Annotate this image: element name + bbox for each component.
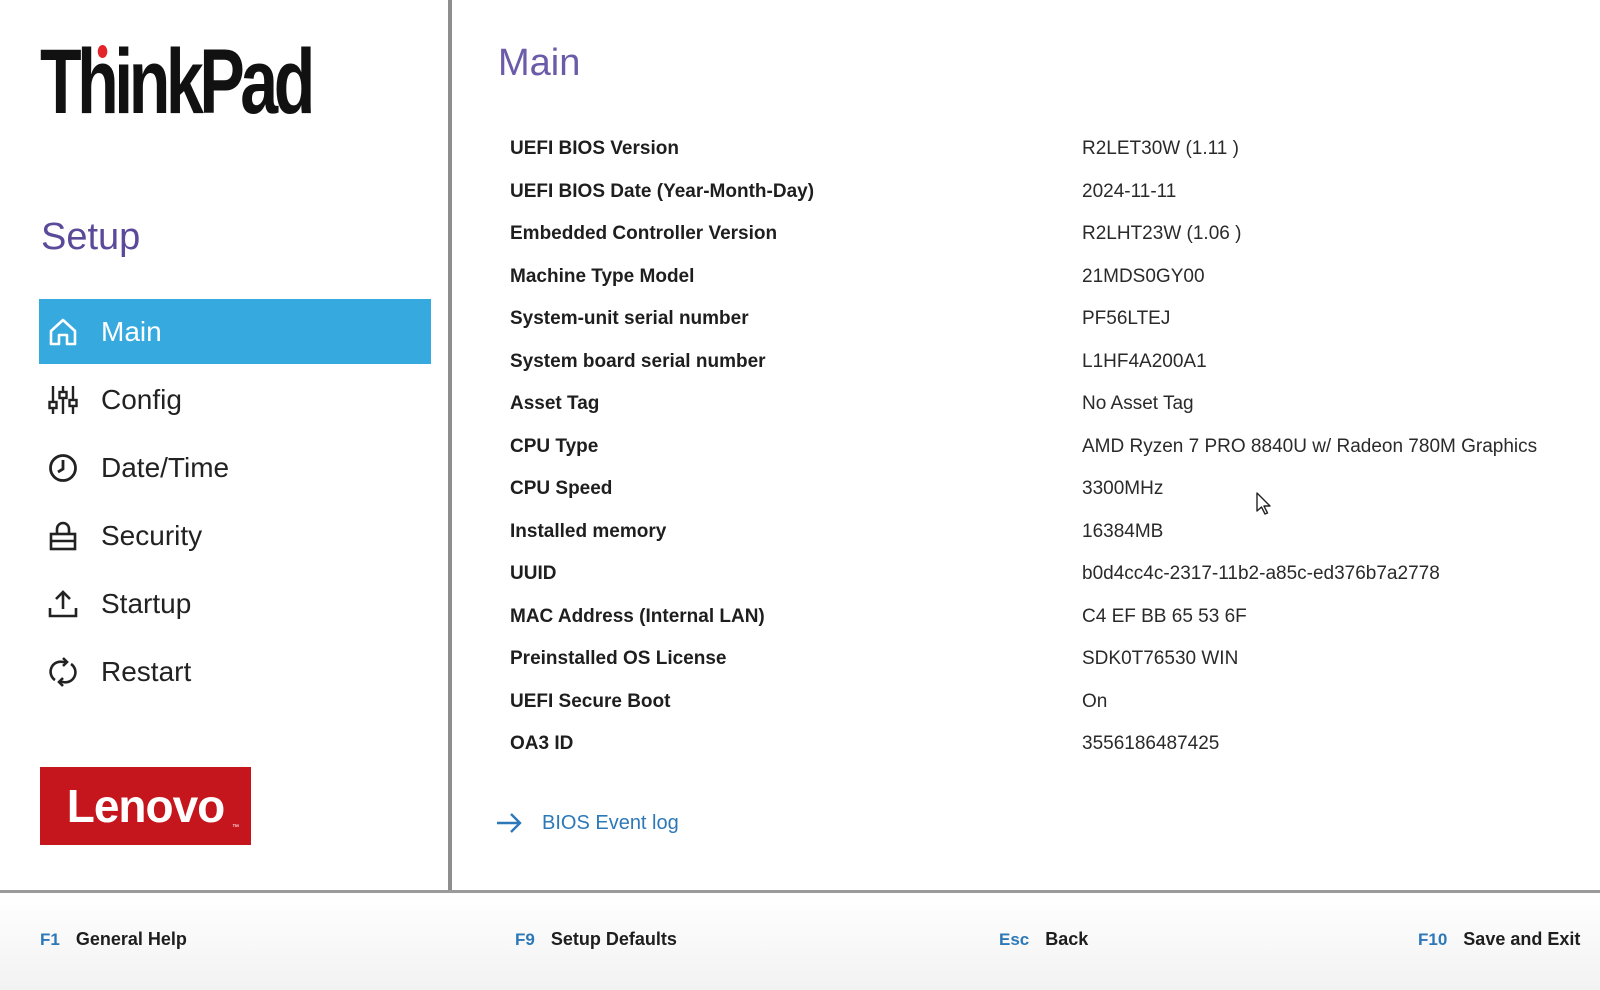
f1-key: F1 (40, 930, 60, 949)
info-row[interactable]: Embedded Controller Version R2LHT23W (1.0… (510, 213, 1570, 256)
info-label: System board serial number (510, 350, 766, 372)
info-row[interactable]: OA3 ID 3556186487425 (510, 723, 1570, 766)
footer-bar: F1 General Help F9 Setup Defaults Esc Ba… (0, 890, 1600, 990)
info-value: PF56LTEJ (1082, 308, 1171, 330)
info-value: 3300MHz (1082, 478, 1164, 500)
arrow-right-icon (497, 813, 522, 833)
bios-event-log-link[interactable]: BIOS Event log (494, 808, 679, 838)
esc-label: Back (1045, 929, 1089, 949)
sidebar-item-datetime[interactable]: Date/Time (39, 435, 431, 500)
sidebar-item-label: Main (101, 315, 162, 347)
sidebar-item-startup[interactable]: Startup (39, 571, 431, 636)
f10-label: Save and Exit (1463, 929, 1581, 949)
sidebar-item-main[interactable]: Main (39, 299, 431, 364)
esc-back[interactable]: Esc Back (999, 929, 1088, 950)
f10-save-and-exit[interactable]: F10 Save and Exit (1418, 929, 1580, 950)
info-label: CPU Speed (510, 478, 613, 500)
home-icon (47, 316, 79, 348)
sidebar-item-label: Restart (101, 655, 192, 687)
info-label: System-unit serial number (510, 308, 749, 330)
info-row[interactable]: CPU Speed 3300MHz (510, 468, 1570, 511)
info-value: 16384MB (1082, 520, 1164, 542)
sidebar-nav: Main Config Date/Time Security Startup R… (39, 299, 431, 707)
info-value: R2LHT23W (1.06 ) (1082, 223, 1242, 245)
info-label: Machine Type Model (510, 265, 695, 287)
info-row[interactable]: Machine Type Model 21MDS0GY00 (510, 256, 1570, 299)
info-value: 21MDS0GY00 (1082, 265, 1205, 287)
info-value: 2024-11-11 (1082, 180, 1177, 202)
info-value: AMD Ryzen 7 PRO 8840U w/ Radeon 780M Gra… (1082, 435, 1538, 457)
f9-key: F9 (515, 930, 535, 949)
setup-title: Setup (41, 216, 141, 258)
info-row[interactable]: UEFI Secure Boot On (510, 681, 1570, 724)
info-label: UEFI BIOS Date (Year-Month-Day) (510, 180, 815, 202)
info-value: No Asset Tag (1082, 393, 1194, 415)
info-value: 3556186487425 (1082, 733, 1220, 755)
lenovo-logo-text: Lenovo (66, 780, 226, 832)
info-label: UEFI BIOS Version (510, 138, 679, 160)
info-label: Preinstalled OS License (510, 648, 727, 670)
info-row[interactable]: UEFI BIOS Date (Year-Month-Day) 2024-11-1… (510, 171, 1570, 214)
info-label: UUID (510, 563, 557, 585)
info-row[interactable]: UEFI BIOS Version R2LET30W (1.11 ) (510, 128, 1570, 171)
f9-setup-defaults[interactable]: F9 Setup Defaults (515, 929, 677, 950)
thinkpad-red-dot (97, 45, 108, 58)
info-label: UEFI Secure Boot (510, 690, 671, 712)
upload-icon (47, 588, 79, 620)
sidebar-item-security[interactable]: Security (39, 503, 431, 568)
info-value: On (1082, 690, 1108, 712)
info-row[interactable]: Installed memory 16384MB (510, 511, 1570, 554)
lenovo-logo: Lenovo ™ (40, 767, 251, 845)
info-row[interactable]: MAC Address (Internal LAN) C4 EF BB 65 53… (510, 596, 1570, 639)
info-value: L1HF4A200A1 (1082, 350, 1207, 372)
sidebar-item-label: Date/Time (101, 451, 230, 483)
thinkpad-logo: ThinkPad (40, 36, 315, 128)
sidebar-item-label: Startup (101, 587, 192, 619)
mouse-cursor-icon (1256, 492, 1271, 515)
main-panel: Main UEFI BIOS Version R2LET30W (1.11 ) UE… (456, 0, 1600, 890)
info-value: SDK0T76530 WIN (1082, 648, 1239, 670)
info-row[interactable]: UUID b0d4cc4c-2317-11b2-a85c-ed376b7a2778 (510, 553, 1570, 596)
info-row[interactable]: CPU Type AMD Ryzen 7 PRO 8840U w/ Radeon … (510, 426, 1570, 469)
sidebar-item-label: Security (101, 519, 203, 551)
clock-icon (47, 452, 79, 484)
thinkpad-logo-text: ThinkPad (40, 31, 315, 133)
info-label: Embedded Controller Version (510, 223, 778, 245)
info-label: MAC Address (Internal LAN) (510, 605, 765, 627)
info-row[interactable]: System board serial number L1HF4A200A1 (510, 341, 1570, 384)
info-label: OA3 ID (510, 733, 574, 755)
esc-key: Esc (999, 930, 1030, 949)
restart-icon (47, 656, 79, 688)
lock-icon (47, 520, 79, 552)
sidebar: ThinkPad Setup Main Config Date/Time Sec… (0, 0, 452, 890)
f9-label: Setup Defaults (550, 929, 677, 949)
f1-general-help[interactable]: F1 General Help (40, 929, 187, 950)
f10-key: F10 (1418, 930, 1448, 949)
info-row[interactable]: System-unit serial number PF56LTEJ (510, 298, 1570, 341)
info-label: Asset Tag (510, 393, 600, 415)
sidebar-item-label: Config (101, 383, 182, 415)
info-label: CPU Type (510, 435, 599, 457)
sidebar-item-config[interactable]: Config (39, 367, 431, 432)
sidebar-item-restart[interactable]: Restart (39, 639, 431, 704)
page-title: Main (498, 42, 581, 84)
lenovo-trademark: ™ (232, 824, 239, 831)
sliders-icon (47, 384, 79, 416)
f1-label: General Help (75, 929, 187, 949)
info-value: b0d4cc4c-2317-11b2-a85c-ed376b7a2778 (1082, 563, 1440, 585)
info-label: Installed memory (510, 520, 667, 542)
info-value: C4 EF BB 65 53 6F (1082, 605, 1247, 627)
info-row[interactable]: Asset Tag No Asset Tag (510, 383, 1570, 426)
info-row[interactable]: Preinstalled OS License SDK0T76530 WIN (510, 638, 1570, 681)
bios-event-log-label: BIOS Event log (542, 811, 679, 834)
info-value: R2LET30W (1.11 ) (1082, 138, 1239, 160)
info-table: UEFI BIOS Version R2LET30W (1.11 ) UEFI BI… (510, 128, 1570, 766)
